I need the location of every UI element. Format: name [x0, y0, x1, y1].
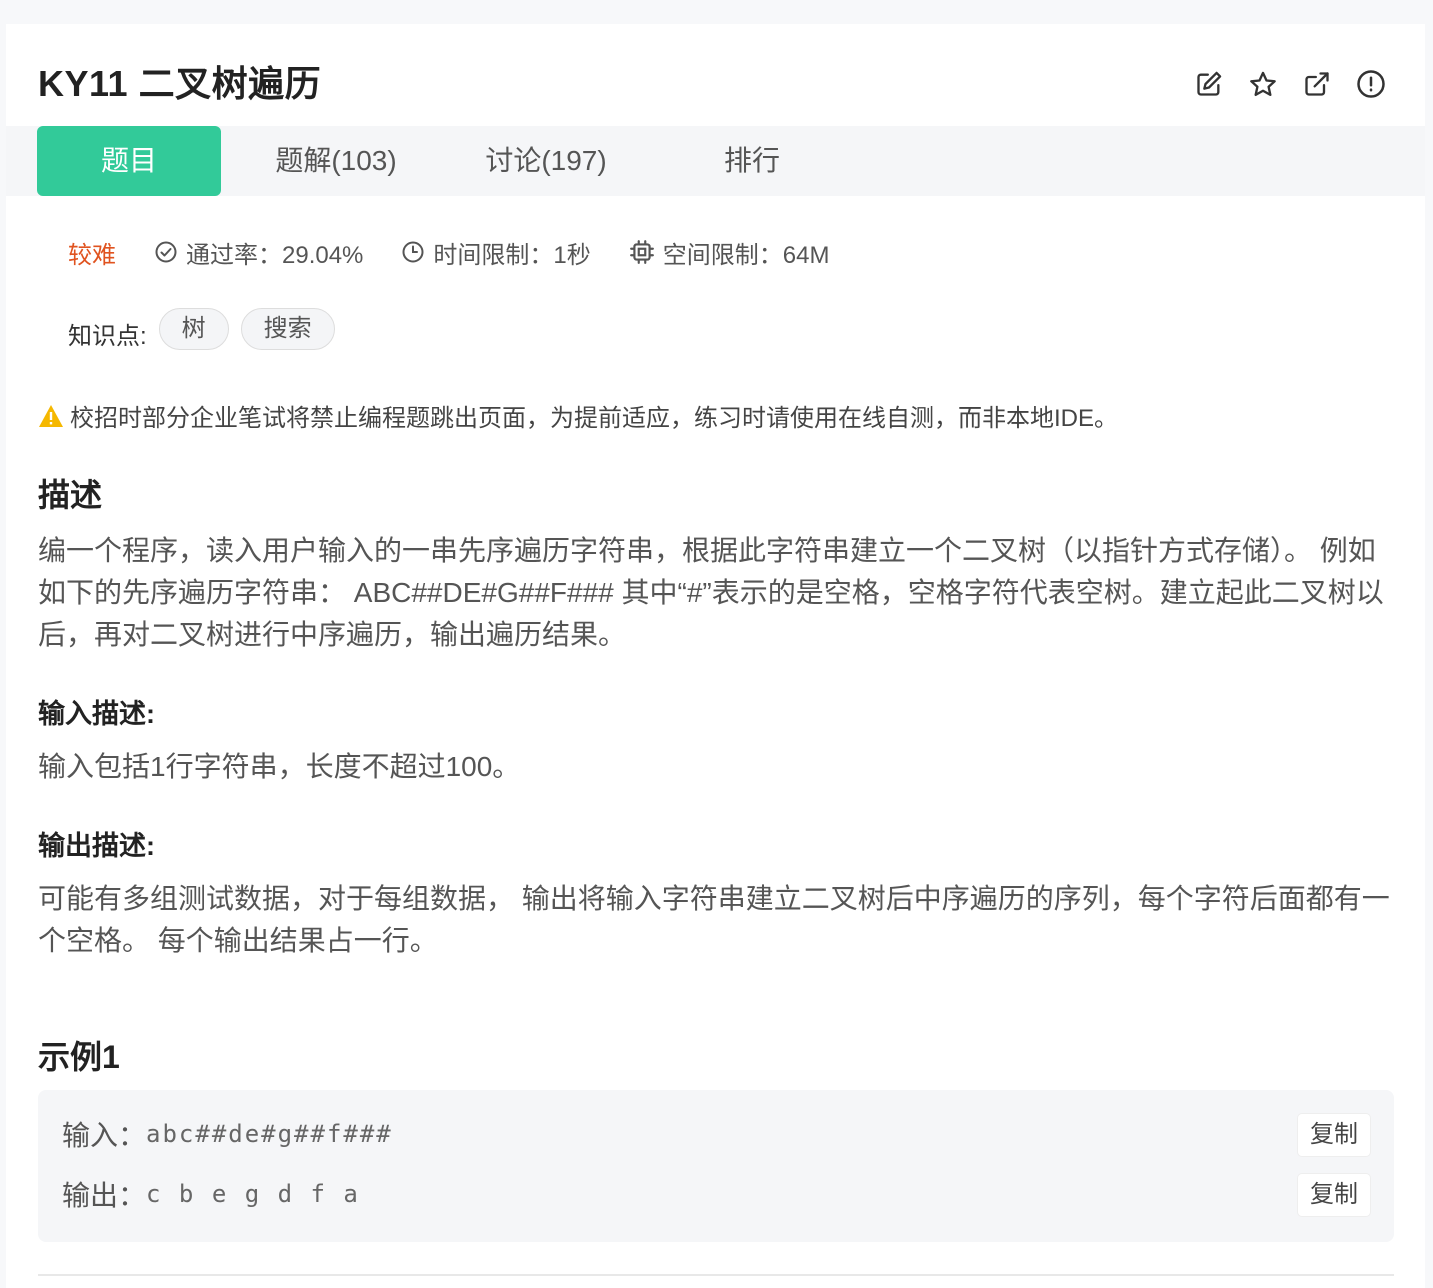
example-input-row: 输入： abc##de#g##f### — [62, 1114, 393, 1154]
external-link-icon[interactable] — [1301, 68, 1333, 100]
output-desc-text: 可能有多组测试数据，对于每组数据， 输出将输入字符串建立二叉树后中序遍历的序列，… — [38, 883, 1390, 956]
copy-input-button[interactable]: 复制 — [1298, 1114, 1370, 1156]
tab-solutions[interactable]: 题解(103) — [246, 126, 426, 196]
example-output-row: 输出： c b e g d f a — [62, 1174, 360, 1214]
example-title: 示例1 — [38, 1039, 120, 1075]
time-limit-text: 时间限制：1秒 — [433, 241, 591, 269]
check-circle-icon — [155, 241, 177, 263]
output-desc-title: 输出描述: — [38, 831, 155, 861]
clock-icon — [402, 241, 424, 263]
memory-limit: 空间限制：64M — [629, 235, 830, 270]
pass-rate: 通过率：29.04% — [154, 235, 363, 270]
chip-icon — [629, 240, 654, 264]
tab-discussion[interactable]: 讨论(197) — [456, 126, 636, 196]
problem-card: KY11 二叉树遍历 题目 题解(103) 讨论(197) 排行 较难 通过率：… — [6, 24, 1425, 1288]
example-output-value: c b e g d f a — [146, 1180, 360, 1208]
edit-icon[interactable] — [1193, 68, 1225, 100]
tab-ranking[interactable]: 排行 — [666, 126, 838, 196]
example-input-label: 输入： — [62, 1120, 147, 1151]
problem-meta: 较难 通过率：29.04% 时间限制：1秒 空间限制：64M — [68, 234, 867, 270]
warning-icon — [39, 404, 63, 427]
pass-rate-text: 通过率：29.04% — [186, 241, 364, 269]
knowledge-label: 知识点: — [68, 323, 147, 350]
divider — [38, 1274, 1394, 1276]
tag-search[interactable]: 搜索 — [240, 307, 335, 350]
difficulty-badge: 较难 — [68, 241, 116, 269]
problem-title: KY11 二叉树遍历 — [38, 63, 322, 104]
description-text: 编一个程序，读入用户输入的一串先序遍历字符串，根据此字符串建立一个二叉树（以指针… — [38, 535, 1384, 650]
star-icon[interactable] — [1247, 68, 1279, 100]
problem-tabs: 题目 题解(103) 讨论(197) 排行 — [6, 126, 1425, 196]
example-output-label: 输出： — [62, 1180, 147, 1211]
alert-circle-icon[interactable] — [1355, 68, 1387, 100]
header-actions — [1193, 68, 1387, 100]
input-desc-title: 输入描述: — [38, 699, 155, 729]
problem-header: KY11 二叉树遍历 — [38, 60, 1393, 108]
knowledge-points: 知识点: 树 搜索 — [68, 306, 335, 351]
tab-problem[interactable]: 题目 — [37, 126, 221, 196]
time-limit: 时间限制：1秒 — [401, 235, 591, 270]
example-input-value: abc##de#g##f### — [146, 1120, 393, 1148]
warning-text: 校招时部分企业笔试将禁止编程题跳出页面，为提前适应，练习时请使用在线自测，而非本… — [70, 405, 1119, 432]
memory-limit-text: 空间限制：64M — [662, 241, 830, 269]
copy-output-button[interactable]: 复制 — [1298, 1174, 1370, 1216]
description-title: 描述 — [38, 477, 103, 513]
input-desc-text: 输入包括1行字符串，长度不超过100。 — [38, 751, 521, 782]
tag-tree[interactable]: 树 — [158, 307, 229, 350]
example-box: 输入： abc##de#g##f### 复制 输出： c b e g d f a… — [38, 1090, 1394, 1242]
warning-notice: 校招时部分企业笔试将禁止编程题跳出页面，为提前适应，练习时请使用在线自测，而非本… — [38, 398, 1118, 433]
